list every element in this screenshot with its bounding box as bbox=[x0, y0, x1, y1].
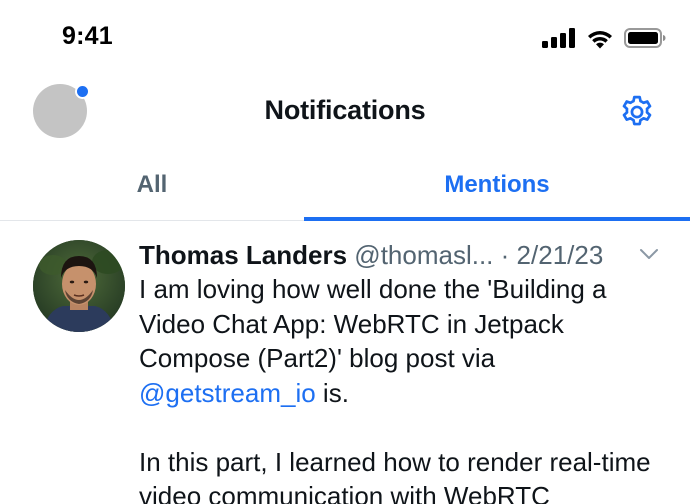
wifi-icon bbox=[588, 30, 612, 48]
mention-link[interactable]: @getstream_io bbox=[139, 378, 316, 408]
notifications-screen: 9:41 Notifications All Mentions Thomas L… bbox=[0, 0, 690, 504]
status-icons bbox=[542, 26, 666, 50]
tweet-header: Thomas Landers @thomasl... · 2/21/23 bbox=[139, 238, 669, 272]
cellular-signal-icon bbox=[542, 28, 575, 48]
author-name[interactable]: Thomas Landers bbox=[139, 240, 347, 270]
header-separator: · bbox=[500, 240, 510, 270]
status-bar: 9:41 bbox=[0, 0, 690, 78]
tweet-text-end: is. bbox=[315, 377, 349, 408]
top-app-bar: Notifications bbox=[0, 78, 690, 144]
tweet-text: I am loving how well done the 'Building … bbox=[139, 272, 659, 504]
tweet-date: 2/21/23 bbox=[516, 240, 604, 270]
chevron-down-icon bbox=[640, 249, 658, 259]
tab-all[interactable]: All bbox=[0, 160, 304, 220]
settings-button[interactable] bbox=[618, 93, 656, 131]
tweet-options-button[interactable] bbox=[636, 243, 662, 265]
gear-icon bbox=[622, 95, 652, 126]
author-handle[interactable]: @thomasl... bbox=[354, 240, 493, 270]
author-avatar[interactable] bbox=[33, 240, 125, 332]
status-time: 9:41 bbox=[62, 22, 113, 50]
tweet-paragraph-2: In this part, I learned how to render re… bbox=[139, 446, 651, 504]
page-title: Notifications bbox=[264, 95, 426, 125]
author-avatar-photo bbox=[33, 240, 125, 332]
notification-tabs: All Mentions bbox=[0, 160, 690, 221]
tweet-paragraph: I am loving how well done the 'Building … bbox=[139, 272, 659, 410]
tab-mentions[interactable]: Mentions bbox=[304, 160, 690, 220]
battery-icon bbox=[624, 28, 666, 48]
tweet-text-part: I am loving how well done the 'Building … bbox=[139, 274, 607, 373]
mention-tweet[interactable]: Thomas Landers @thomasl... · 2/21/23 I a… bbox=[0, 221, 690, 504]
